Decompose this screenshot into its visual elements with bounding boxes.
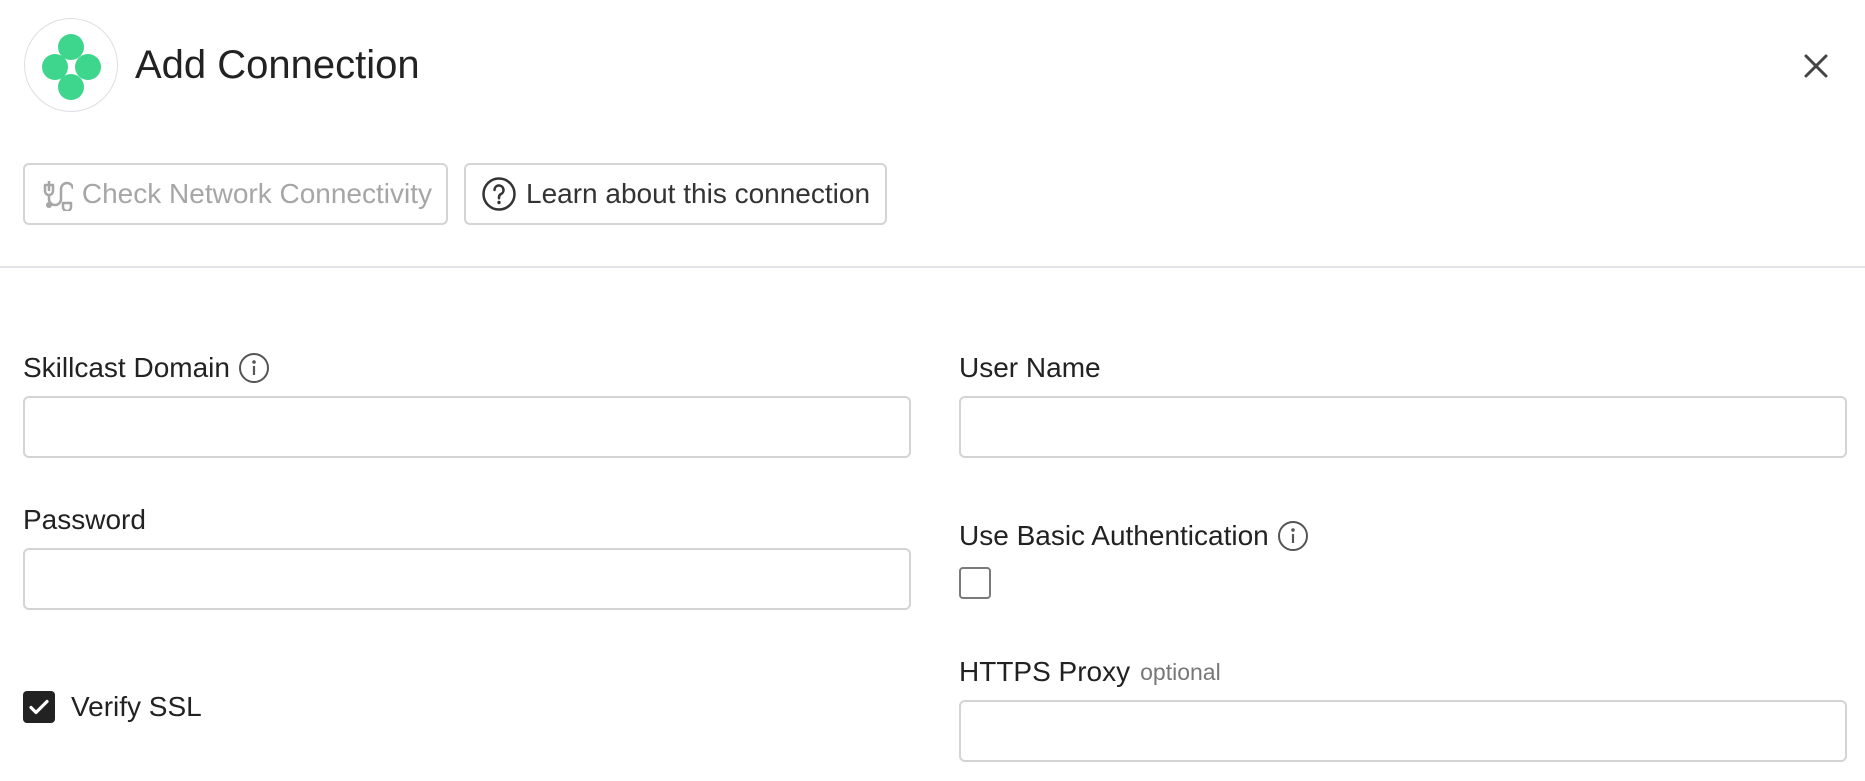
password-label-row: Password bbox=[23, 503, 146, 537]
header-divider bbox=[0, 266, 1865, 268]
verify-ssl-checkbox[interactable] bbox=[23, 691, 55, 723]
skillcast-domain-label-row: Skillcast Domain bbox=[23, 351, 270, 385]
user-name-label-row: User Name bbox=[959, 351, 1101, 385]
https-proxy-input[interactable] bbox=[959, 700, 1847, 762]
skillcast-domain-label: Skillcast Domain bbox=[23, 352, 230, 383]
https-proxy-label-row: HTTPS Proxy optional bbox=[959, 655, 1221, 689]
info-icon[interactable] bbox=[238, 352, 270, 384]
user-name-label: User Name bbox=[959, 352, 1101, 383]
https-proxy-label: HTTPS Proxy bbox=[959, 656, 1131, 687]
password-input[interactable] bbox=[23, 548, 911, 610]
check-network-button[interactable]: Check Network Connectivity bbox=[23, 163, 448, 225]
skillcast-domain-input[interactable] bbox=[23, 396, 911, 458]
info-icon[interactable] bbox=[1277, 520, 1309, 552]
network-plug-icon bbox=[39, 175, 74, 213]
check-network-label: Check Network Connectivity bbox=[81, 178, 432, 209]
checkmark-icon bbox=[29, 699, 49, 715]
help-circle-icon bbox=[480, 175, 518, 213]
optional-tag: optional bbox=[1140, 659, 1221, 685]
close-icon bbox=[1804, 54, 1828, 78]
learn-about-connection-label: Learn about this connection bbox=[526, 178, 871, 209]
use-basic-auth-label-row: Use Basic Authentication bbox=[959, 519, 1309, 553]
verify-ssl-label: Verify SSL bbox=[71, 691, 202, 722]
page-title: Add Connection bbox=[135, 43, 420, 87]
use-basic-auth-label: Use Basic Authentication bbox=[959, 520, 1269, 551]
connector-logo bbox=[24, 18, 118, 112]
learn-about-connection-button[interactable]: Learn about this connection bbox=[464, 163, 887, 225]
password-label: Password bbox=[23, 504, 146, 535]
close-button[interactable] bbox=[1796, 46, 1836, 86]
use-basic-auth-checkbox[interactable] bbox=[959, 567, 991, 599]
user-name-input[interactable] bbox=[959, 396, 1847, 458]
connector-logo-icon bbox=[42, 34, 101, 100]
